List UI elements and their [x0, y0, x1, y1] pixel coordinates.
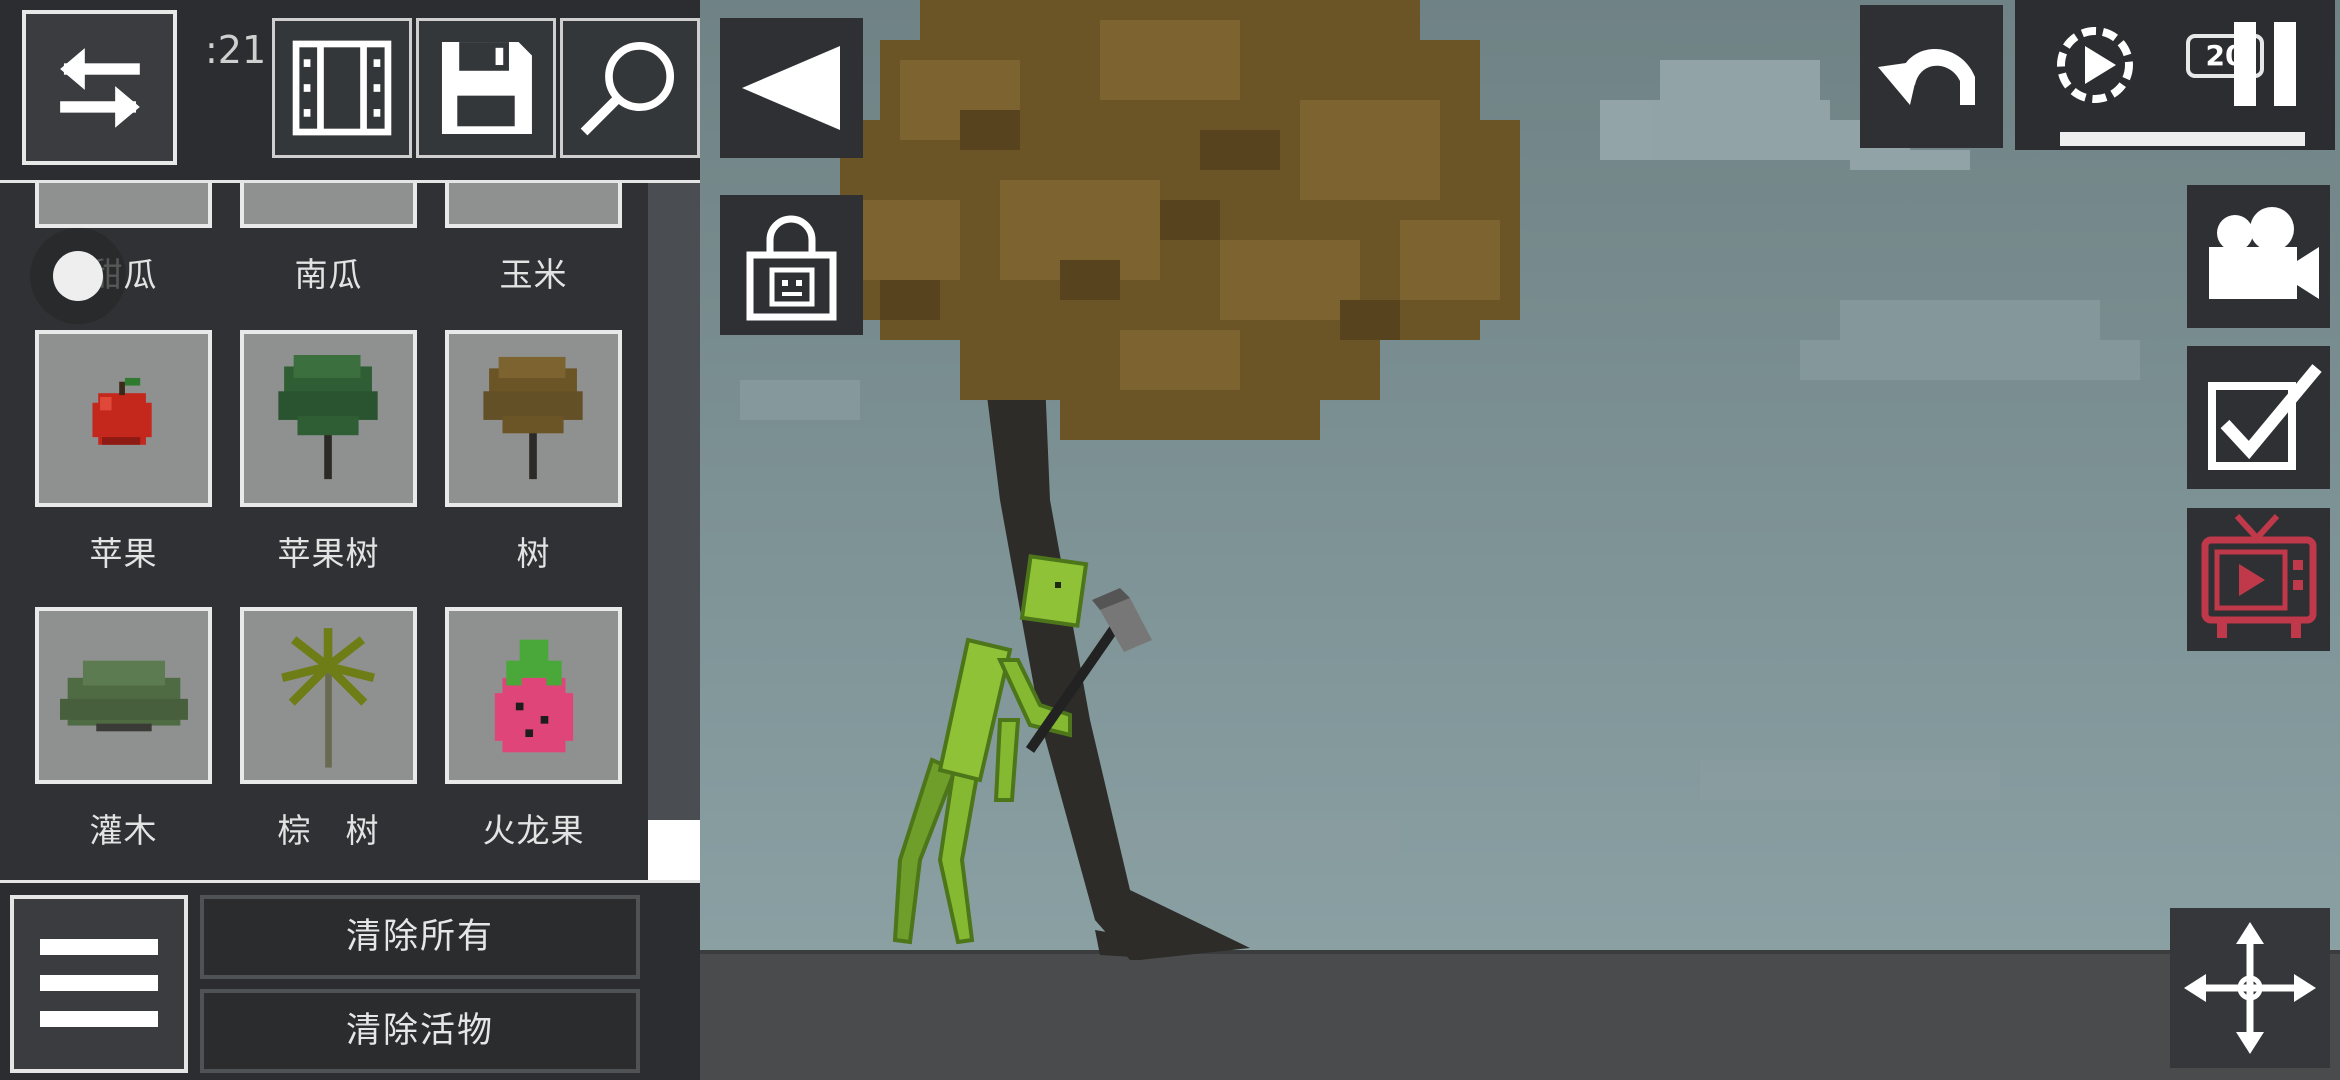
slow-motion-button[interactable]	[2040, 10, 2150, 120]
camera-button[interactable]	[2187, 185, 2330, 328]
main-menu-button[interactable]	[10, 895, 188, 1073]
collapse-left-triangle-icon	[742, 46, 840, 130]
ad-reward-button[interactable]	[2187, 508, 2330, 651]
collapse-panel-button[interactable]	[720, 18, 863, 158]
item-thumbnail[interactable]	[35, 330, 212, 507]
item-label: 树	[516, 534, 551, 573]
pause-button[interactable]	[2226, 14, 2316, 114]
item-thumbnail[interactable]	[445, 330, 622, 507]
clear-all-button[interactable]: 清除所有	[200, 895, 640, 979]
tv-ad-icon	[2201, 513, 2317, 638]
top-toolbar: :21	[0, 0, 700, 183]
item-label: 灌木	[89, 811, 158, 850]
shrub-icon	[60, 660, 188, 732]
item-label: 火龙果	[482, 811, 585, 850]
swap-button[interactable]	[22, 10, 177, 165]
move-button[interactable]	[2170, 908, 2330, 1068]
item-thumbnail[interactable]	[240, 607, 417, 784]
catalog-item-apple-tree[interactable]: 苹果树	[240, 330, 445, 575]
tree-icon	[483, 356, 583, 480]
search-magnifier-icon	[580, 42, 675, 136]
save-button[interactable]	[416, 18, 556, 158]
search-button[interactable]	[560, 18, 700, 158]
status-clock-fragment: :21	[205, 28, 267, 72]
undo-arrow-icon	[1878, 48, 1975, 105]
item-thumbnail[interactable]	[445, 607, 622, 784]
scrollbar-track[interactable]	[648, 180, 700, 880]
catalog-item-palm-tree[interactable]: 棕 树	[240, 607, 445, 852]
floating-touch-dot[interactable]	[30, 228, 126, 324]
select-toggle-button[interactable]	[2187, 346, 2330, 489]
hamburger-menu-icon	[40, 939, 158, 1027]
dragon-fruit-icon	[494, 639, 574, 753]
catalog-item-tree[interactable]: 树	[445, 330, 650, 575]
gallery-button[interactable]	[272, 18, 412, 158]
undo-button[interactable]	[1860, 5, 2003, 148]
item-label: 玉米	[499, 255, 568, 294]
item-thumbnail[interactable]	[35, 607, 212, 784]
item-label: 南瓜	[294, 255, 363, 294]
move-arrows-icon	[2184, 922, 2316, 1054]
lock-button[interactable]	[720, 195, 863, 335]
pause-icon	[2234, 22, 2296, 106]
bottom-actions: 清除所有 清除活物	[0, 880, 700, 1080]
item-label: 苹果树	[277, 534, 380, 573]
catalog-item-apple[interactable]: 苹果	[35, 330, 240, 575]
film-strip-icon	[292, 40, 392, 136]
game-world[interactable]	[700, 0, 2340, 1080]
palm-tree-icon	[281, 628, 375, 768]
apple-tree-icon	[278, 355, 378, 480]
checkbox-check-icon	[2208, 364, 2322, 470]
item-thumbnail[interactable]	[240, 330, 417, 507]
item-label: 苹果	[89, 534, 158, 573]
swap-arrows-icon	[60, 48, 140, 128]
item-label: 棕 树	[277, 811, 380, 850]
video-camera-icon	[2209, 207, 2319, 299]
catalog-item-shrub[interactable]: 灌木	[35, 607, 240, 852]
lock-face-icon	[746, 215, 837, 321]
save-floppy-icon	[441, 42, 532, 134]
clear-living-button[interactable]: 清除活物	[200, 989, 640, 1073]
slow-motion-play-icon	[2057, 27, 2133, 103]
item-catalog-panel: 甜瓜 南瓜 玉米 苹果 苹果树	[0, 0, 700, 1080]
apple-icon	[92, 377, 152, 445]
catalog-item-dragon-fruit[interactable]: 火龙果	[445, 607, 650, 852]
